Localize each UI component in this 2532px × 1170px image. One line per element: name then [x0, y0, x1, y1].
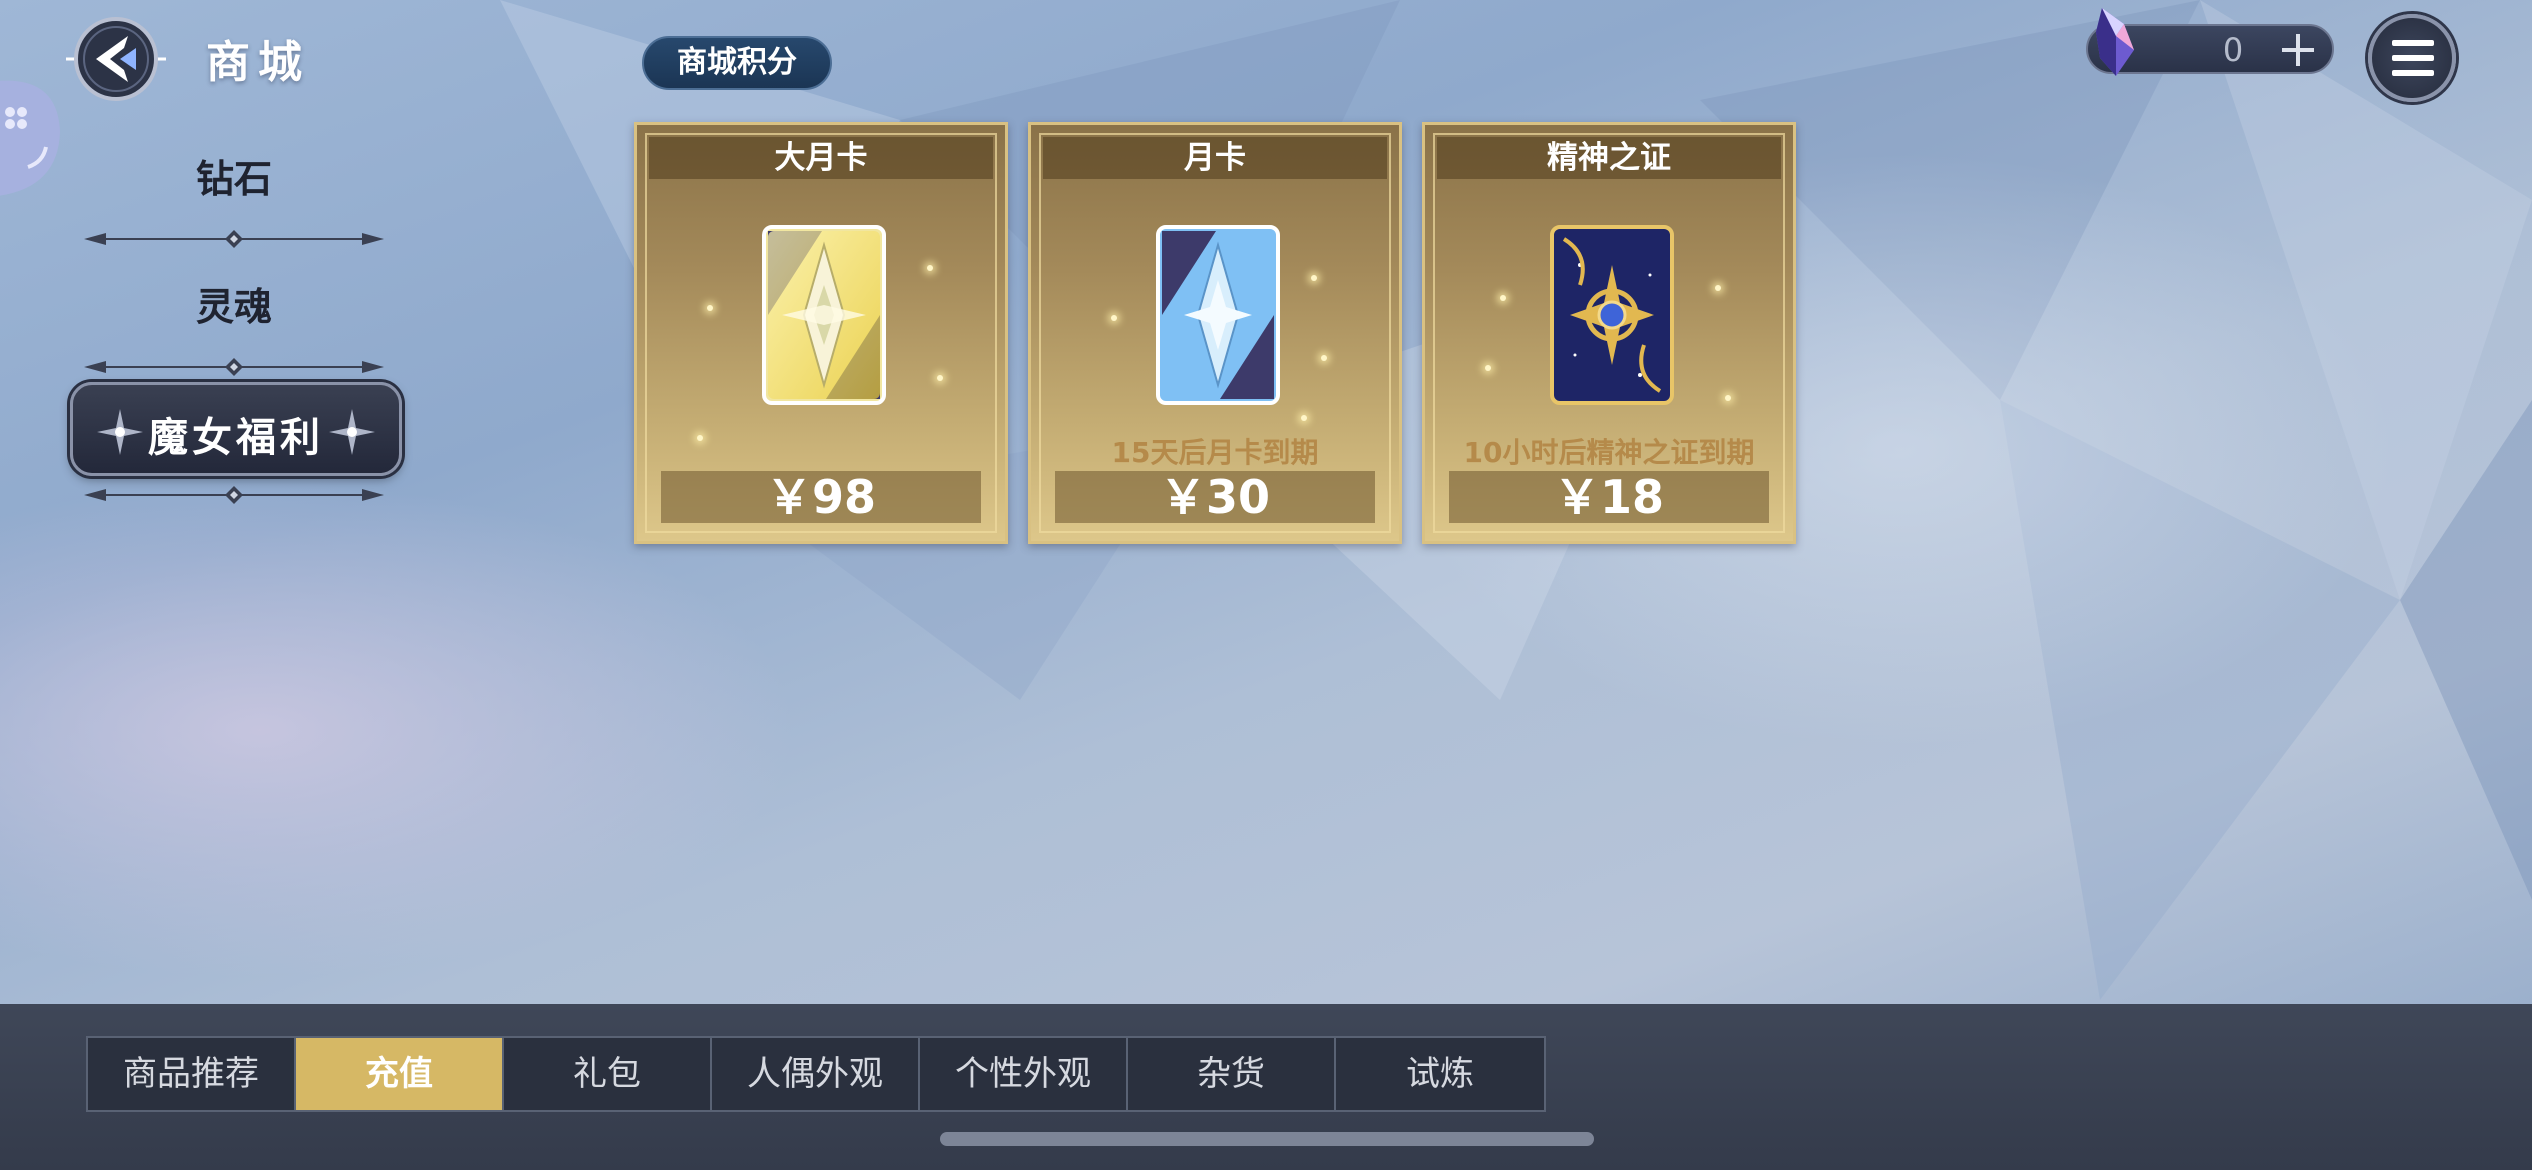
nav-item-soul[interactable]: 灵魂 [84, 276, 384, 331]
product-card-spirit-proof[interactable]: 精神之证 10小时后精神之证到期 ￥18 [1422, 122, 1796, 544]
sparkle [1111, 315, 1117, 321]
sparkle [927, 265, 933, 271]
sparkle [697, 435, 703, 441]
night-card-art-icon [1550, 225, 1674, 405]
card-price: ￥98 [661, 471, 981, 523]
nav-divider [84, 358, 384, 376]
sparkle [1500, 295, 1506, 301]
plus-icon[interactable] [2276, 28, 2320, 72]
card-title: 月卡 [1043, 137, 1387, 179]
sparkle [1715, 285, 1721, 291]
floating-assist-icon[interactable] [0, 72, 68, 202]
hamburger-menu-icon[interactable] [2368, 14, 2456, 102]
background-fog [0, 480, 800, 980]
tab-recommended[interactable]: 商品推荐 [88, 1038, 296, 1110]
card-title: 精神之证 [1437, 137, 1781, 179]
tab-misc-goods[interactable]: 杂货 [1128, 1038, 1336, 1110]
nav-item-witch-welfare[interactable]: 魔女福利 [70, 382, 402, 476]
card-price: ￥30 [1055, 471, 1375, 523]
nav-divider [84, 230, 384, 248]
sparkle [1321, 355, 1327, 361]
back-arrow-icon[interactable] [66, 14, 166, 104]
card-expiry-note: 10小时后精神之证到期 [1463, 436, 1755, 469]
tab-trial[interactable]: 试炼 [1336, 1038, 1544, 1110]
product-card-big-monthly[interactable]: 大月卡 ￥98 [634, 122, 1008, 544]
blue-card-art-icon [1156, 225, 1280, 405]
crystal-gem-icon [2096, 8, 2134, 76]
menu-line [2392, 70, 2434, 76]
tab-doll-appearance[interactable]: 人偶外观 [712, 1038, 920, 1110]
card-title: 大月卡 [649, 137, 993, 179]
card-expiry-note: 15天后月卡到期 [1111, 436, 1319, 469]
gold-card-art-icon [762, 225, 886, 405]
sparkle [1301, 415, 1307, 421]
page-title: 商城 [206, 37, 310, 88]
product-card-monthly[interactable]: 月卡 15天后月卡到期 ￥30 [1028, 122, 1402, 544]
sparkle-star-icon [329, 409, 375, 455]
shop-points-button[interactable]: 商城积分 [642, 36, 832, 90]
tab-recharge[interactable]: 充值 [296, 1038, 504, 1110]
sparkle [1485, 365, 1491, 371]
sparkle [1725, 395, 1731, 401]
sparkle [937, 375, 943, 381]
menu-line [2392, 55, 2434, 61]
card-price: ￥18 [1449, 471, 1769, 523]
tab-personal-appearance[interactable]: 个性外观 [920, 1038, 1128, 1110]
nav-divider [84, 486, 384, 504]
category-tabs: 商品推荐 充值 礼包 人偶外观 个性外观 杂货 试炼 [86, 1036, 1546, 1112]
horizontal-scrollbar[interactable] [940, 1132, 1594, 1146]
nav-item-diamond[interactable]: 钻石 [84, 148, 384, 203]
menu-line [2392, 40, 2434, 46]
sparkle [1311, 275, 1317, 281]
sparkle [707, 305, 713, 311]
tab-gift-pack[interactable]: 礼包 [504, 1038, 712, 1110]
currency-value: 0 [2222, 31, 2244, 69]
